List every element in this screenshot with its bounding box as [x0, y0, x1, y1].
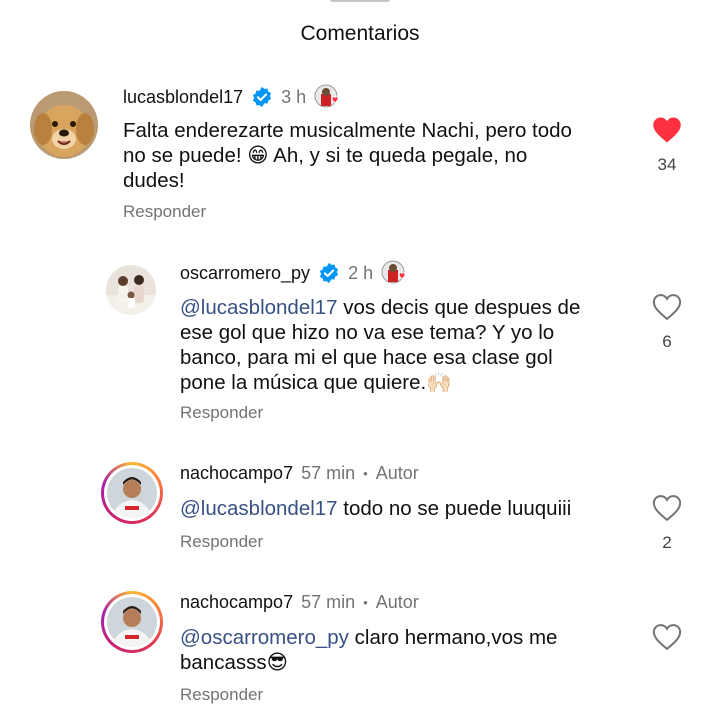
comment-text: @lucasblondel17 todo no se puede luuquii… — [180, 497, 572, 520]
like-button[interactable]: 34 — [647, 116, 687, 175]
comment-username[interactable]: lucasblondel17 — [123, 87, 243, 108]
comment-text: @oscarromero_py claro hermano,vos me ban… — [180, 626, 558, 674]
comment-text: @lucasblondel17 vos decis que despues de… — [180, 296, 581, 394]
avatar[interactable] — [30, 91, 98, 159]
separator-dot: • — [363, 595, 368, 610]
liked-by-author-icon — [381, 260, 409, 286]
reply-button[interactable]: Responder — [180, 685, 263, 705]
story-ring[interactable] — [101, 462, 163, 524]
author-badge: Autor — [375, 592, 419, 612]
story-ring[interactable] — [101, 591, 163, 653]
heart-filled-icon — [653, 117, 681, 143]
author-badge: Autor — [375, 463, 419, 483]
heart-outline-icon — [652, 495, 682, 522]
reply-button[interactable]: Responder — [180, 532, 263, 552]
verified-badge-icon — [319, 262, 339, 284]
comment-time: 3 h — [281, 86, 307, 107]
heart-outline-icon — [652, 294, 682, 321]
comment-time: 2 h — [348, 262, 374, 283]
reply-button[interactable]: Responder — [180, 403, 263, 423]
comment-time: 57 min — [301, 592, 356, 612]
like-count: 2 — [662, 533, 672, 552]
like-count: 34 — [657, 155, 677, 174]
like-button[interactable]: 2 — [647, 494, 687, 553]
avatar[interactable] — [106, 265, 156, 315]
mention-link[interactable]: @oscarromero_py — [180, 626, 349, 649]
like-count: 6 — [662, 332, 672, 351]
reply-button[interactable]: Responder — [123, 202, 206, 222]
separator-dot: • — [363, 466, 368, 481]
like-button[interactable] — [647, 623, 687, 656]
comment-text: Falta enderezarte musicalmente Nachi, pe… — [123, 119, 572, 192]
mention-link[interactable]: @lucasblondel17 — [180, 296, 338, 319]
comment-username[interactable]: oscarromero_py — [180, 263, 310, 284]
avatar — [107, 468, 157, 518]
avatar — [107, 597, 157, 647]
comment-username[interactable]: nachocampo7 — [180, 463, 293, 484]
page-title: Comentarios — [300, 22, 420, 45]
liked-by-author-icon — [314, 84, 342, 110]
like-button[interactable]: 6 — [647, 293, 687, 352]
comment-username[interactable]: nachocampo7 — [180, 592, 293, 613]
comment-time: 57 min — [301, 463, 356, 483]
sheet-grabber[interactable] — [330, 0, 390, 2]
verified-badge-icon — [253, 86, 272, 108]
mention-link[interactable]: @lucasblondel17 — [180, 497, 338, 520]
heart-outline-icon — [652, 624, 682, 651]
